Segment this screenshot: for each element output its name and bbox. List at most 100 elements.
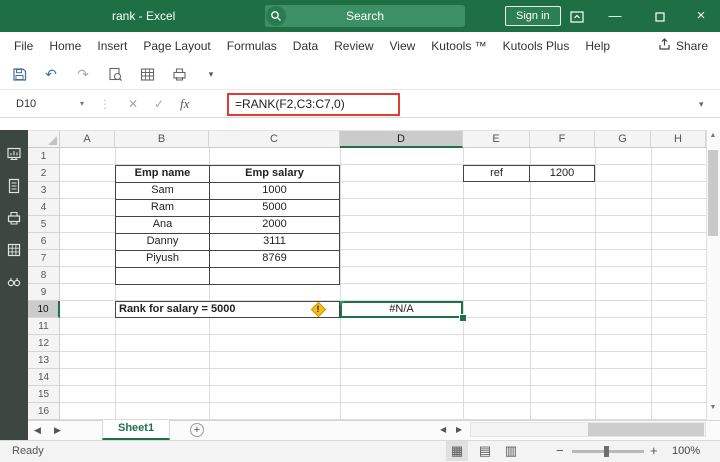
cell-b7[interactable]: Piyush <box>116 251 210 268</box>
maximize-button[interactable] <box>645 0 675 32</box>
add-sheet-icon[interactable]: + <box>190 423 204 437</box>
print-preview-icon[interactable] <box>106 66 124 84</box>
row-header-6[interactable]: 6 <box>28 233 60 250</box>
table-icon[interactable] <box>138 66 156 84</box>
tab-help[interactable]: Help <box>577 32 618 60</box>
cell-c4[interactable]: 5000 <box>210 200 340 217</box>
formula-input[interactable]: =RANK(F2,C3:C7,0) <box>227 93 400 116</box>
row-header-11[interactable]: 11 <box>28 318 60 335</box>
panel-document-icon[interactable] <box>6 178 22 194</box>
cell-e2-ref[interactable]: ref <box>463 165 530 182</box>
vertical-scrollbar-thumb[interactable] <box>708 150 718 236</box>
zoom-in-icon[interactable]: + <box>650 440 658 462</box>
search-placeholder: Search <box>345 9 385 23</box>
cell-b4[interactable]: Ram <box>116 200 210 217</box>
row-header-8[interactable]: 8 <box>28 267 60 284</box>
hscroll-left-icon[interactable]: ◀ <box>440 420 446 440</box>
sheet-nav-next-icon[interactable]: ▶ <box>54 420 61 440</box>
cell-b3[interactable]: Sam <box>116 183 210 200</box>
normal-view-icon[interactable]: ▦ <box>446 441 468 461</box>
row-header-16[interactable]: 16 <box>28 403 60 420</box>
tab-insert[interactable]: Insert <box>89 32 135 60</box>
column-header-c[interactable]: C <box>209 130 340 148</box>
row-header-13[interactable]: 13 <box>28 352 60 369</box>
cell-b5[interactable]: Ana <box>116 217 210 234</box>
quick-print-icon[interactable] <box>170 66 188 84</box>
column-header-f[interactable]: F <box>530 130 595 148</box>
zoom-level[interactable]: 100% <box>672 440 700 462</box>
tab-view[interactable]: View <box>382 32 424 60</box>
column-header-h[interactable]: H <box>651 130 706 148</box>
zoom-out-icon[interactable]: − <box>556 440 564 462</box>
hscroll-right-icon[interactable]: ▶ <box>456 420 462 440</box>
redo-icon[interactable]: ↷ <box>74 66 92 84</box>
page-layout-view-icon[interactable]: ▤ <box>474 441 496 461</box>
save-icon[interactable] <box>10 66 28 84</box>
tab-review[interactable]: Review <box>326 32 381 60</box>
row-header-4[interactable]: 4 <box>28 199 60 216</box>
row-header-10[interactable]: 10 <box>28 301 60 318</box>
name-box-dropdown-icon[interactable]: ▾ <box>80 93 84 115</box>
row-header-14[interactable]: 14 <box>28 369 60 386</box>
horizontal-scrollbar-thumb[interactable] <box>588 423 704 436</box>
row-header-1[interactable]: 1 <box>28 148 60 165</box>
cell-f2-ref-value[interactable]: 1200 <box>529 165 595 182</box>
row-header-12[interactable]: 12 <box>28 335 60 352</box>
row-header-7[interactable]: 7 <box>28 250 60 267</box>
column-header-a[interactable]: A <box>60 130 115 148</box>
cell-c5[interactable]: 2000 <box>210 217 340 234</box>
cell-c2[interactable]: Emp salary <box>210 166 340 183</box>
name-box[interactable]: D10 <box>6 93 86 115</box>
error-warning-icon[interactable]: ! <box>310 301 327 318</box>
cancel-icon[interactable]: ✕ <box>128 93 138 115</box>
scroll-up-icon[interactable]: ▲ <box>706 132 720 139</box>
sheet-nav-prev-icon[interactable]: ◀ <box>34 420 41 440</box>
row-header-2[interactable]: 2 <box>28 165 60 182</box>
cell-c7[interactable]: 8769 <box>210 251 340 268</box>
minimize-button[interactable]: — <box>600 0 630 32</box>
zoom-slider-thumb[interactable] <box>604 446 609 457</box>
search-box[interactable]: Search <box>265 5 465 27</box>
formula-bar-expand-icon[interactable]: ▾ <box>699 93 704 115</box>
close-button[interactable]: × <box>686 0 716 32</box>
panel-binoculars-icon[interactable] <box>6 274 22 290</box>
cell-c8[interactable] <box>210 268 340 285</box>
row-header-5[interactable]: 5 <box>28 216 60 233</box>
cell-b6[interactable]: Danny <box>116 234 210 251</box>
row-header-15[interactable]: 15 <box>28 386 60 403</box>
tab-formulas[interactable]: Formulas <box>219 32 285 60</box>
cell-c3[interactable]: 1000 <box>210 183 340 200</box>
page-break-view-icon[interactable]: ▥ <box>500 441 522 461</box>
panel-grid-icon[interactable] <box>6 242 22 258</box>
panel-chart-icon[interactable] <box>6 146 22 162</box>
tab-kutools-plus[interactable]: Kutools Plus <box>495 32 578 60</box>
qat-customize-icon[interactable]: ▾ <box>202 66 220 84</box>
panel-printer-icon[interactable] <box>6 210 22 226</box>
cell-c6[interactable]: 3111 <box>210 234 340 251</box>
select-all-corner[interactable] <box>28 130 60 148</box>
cell-b2[interactable]: Emp name <box>116 166 210 183</box>
share-button[interactable]: Share <box>658 32 708 60</box>
ribbon-display-options-icon[interactable] <box>562 0 592 32</box>
scroll-down-icon[interactable]: ▼ <box>706 404 720 411</box>
row-header-3[interactable]: 3 <box>28 182 60 199</box>
ribbon-tab-bar: File Home Insert Page Layout Formulas Da… <box>0 32 720 60</box>
tab-file[interactable]: File <box>6 32 41 60</box>
sheet-tab-sheet1[interactable]: Sheet1 <box>102 420 171 440</box>
tab-home[interactable]: Home <box>41 32 89 60</box>
undo-icon[interactable]: ↶ <box>42 66 60 84</box>
column-header-e[interactable]: E <box>463 130 530 148</box>
tab-data[interactable]: Data <box>285 32 326 60</box>
sign-in-button[interactable]: Sign in <box>505 6 561 26</box>
cell-b8[interactable] <box>116 268 210 285</box>
insert-function-icon[interactable]: fx <box>180 93 189 115</box>
column-header-b[interactable]: B <box>115 130 209 148</box>
column-header-d[interactable]: D <box>340 130 463 148</box>
tab-page-layout[interactable]: Page Layout <box>135 32 218 60</box>
row-header-9[interactable]: 9 <box>28 284 60 301</box>
tab-kutools[interactable]: Kutools ™ <box>423 32 494 60</box>
enter-icon[interactable]: ✓ <box>154 93 164 115</box>
selected-cell-d10[interactable]: #N/A <box>340 301 463 318</box>
column-header-g[interactable]: G <box>595 130 651 148</box>
cell-b10-rank-label[interactable]: Rank for salary = 5000 <box>115 301 340 318</box>
